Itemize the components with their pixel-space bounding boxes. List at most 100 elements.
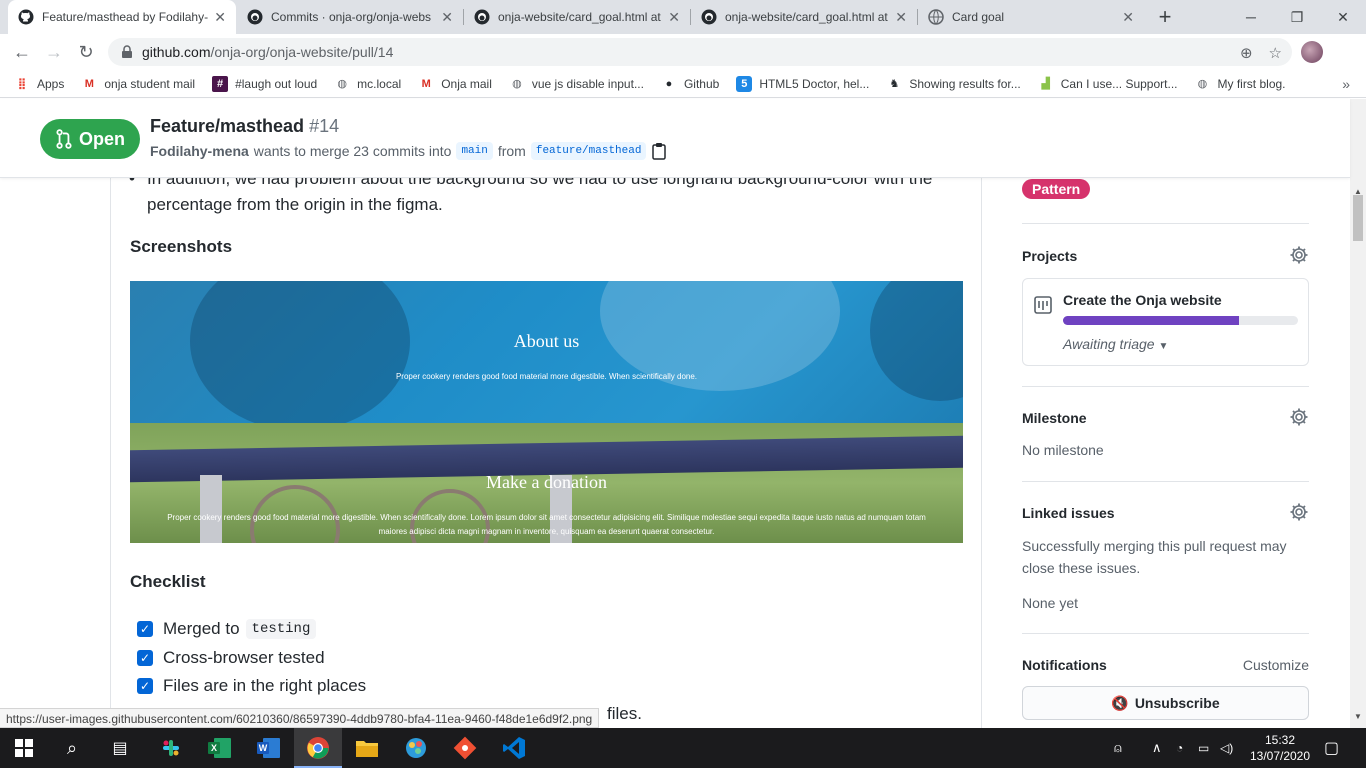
unsubscribe-button[interactable]: 🔇 Unsubscribe [1022,686,1309,720]
file-explorer-icon[interactable] [353,734,381,762]
linked-issues-value: None yet [1022,595,1079,611]
bookmark-label: Can I use... Support... [1060,76,1178,91]
taskbar-clock[interactable]: 15:32 13/07/2020 [1248,732,1312,764]
project-status: Awaiting triage [1063,336,1155,352]
bookmark-item[interactable]: # #laugh out loud [212,75,318,92]
back-button[interactable]: ← [10,40,34,64]
screenshots-heading: Screenshots [130,237,233,256]
close-tab-icon[interactable]: ✕ [895,9,907,26]
address-bar[interactable]: github.com/onja-org/onja-website/pull/14… [108,38,1292,66]
globe-icon [928,9,944,25]
project-card[interactable]: Create the Onja website Awaiting triage … [1022,278,1309,366]
windows-taskbar: ⌕ ▤ X W ⍝ ∧ ◔ ▭ ◁) 15:32 13/07/2020 ▢ [0,728,1366,768]
browser-tab[interactable]: onja-website/card_goal.html at ✕ [691,0,917,34]
notification-center-icon[interactable]: ▢ [1324,728,1339,768]
github-icon [474,9,490,25]
reload-button[interactable]: ↻ [74,40,98,64]
milestone-heading[interactable]: Milestone [1022,410,1087,426]
people-icon[interactable]: ⍝ [1114,728,1122,768]
bookmark-item[interactable]: ◍ vue js disable input... [509,76,644,92]
bookmark-item[interactable]: ♞ Showing results for... [886,76,1020,92]
pr-author[interactable]: Fodilahy-mena [150,143,249,159]
tab-title: onja-website/card_goal.html at [725,10,888,24]
gear-icon[interactable] [1289,407,1309,427]
photo-shape [190,281,410,431]
clock-time: 15:32 [1264,733,1296,747]
windows-start-icon[interactable] [10,734,38,762]
profile-avatar[interactable] [1301,41,1323,63]
label-badge[interactable]: Pattern [1022,179,1091,199]
project-status-dropdown[interactable]: Awaiting triage ▼ [1063,336,1168,352]
customize-link[interactable]: Customize [1243,657,1309,673]
bookmark-label: Apps [37,76,65,91]
badge-icon: ♞ [889,78,900,90]
task-view-icon[interactable]: ▤ [106,734,134,762]
checkbox-checked[interactable]: ✓ [137,678,153,694]
battery-icon[interactable]: ▭ [1198,728,1209,768]
close-tab-icon[interactable]: ✕ [214,9,226,26]
vscode-icon[interactable] [500,734,528,762]
clipboard-icon[interactable] [651,142,667,160]
notifications-heading: Notifications [1022,657,1107,673]
project-board-icon [1034,296,1052,314]
base-branch[interactable]: main [456,142,493,160]
gear-icon[interactable] [1289,502,1309,522]
minimize-button[interactable]: ─ [1228,0,1274,34]
new-tab-button[interactable]: + [1153,4,1177,30]
page-scrollbar[interactable]: ▲ ▼ [1350,99,1366,728]
close-tab-icon[interactable]: ✕ [1122,9,1134,26]
bookmark-item[interactable]: M Onja mail [418,76,492,92]
linked-issues-heading[interactable]: Linked issues [1022,505,1115,521]
search-icon[interactable]: ⌕ [58,734,86,762]
close-tab-icon[interactable]: ✕ [668,9,680,26]
bookmark-item[interactable]: ◍ mc.local [334,76,401,92]
projects-heading[interactable]: Projects [1022,248,1077,264]
browser-tab[interactable]: onja-website/card_goal.html at ✕ [464,0,690,34]
bookmark-item[interactable]: Monja student mail [81,76,195,92]
browser-tab[interactable]: Commits · onja-org/onja-webs ✕ [237,0,463,34]
inline-code: testing [245,619,317,639]
pr-sidebar: Pattern Projects Create the Onja website… [1022,178,1309,728]
browser-tab[interactable]: Card goal ✕ [918,0,1144,34]
git-tool-icon[interactable] [451,734,479,762]
pr-description: • In addition, we had problem about the … [110,178,982,728]
wifi-icon[interactable]: ◔ [1176,728,1183,768]
head-branch[interactable]: feature/masthead [530,142,647,160]
bookmark-item[interactable]: 5 HTML5 Doctor, hel... [736,75,869,92]
tray-overflow-icon[interactable]: ∧ [1152,728,1162,768]
html5doctor-icon: 5 [736,75,753,92]
close-window-button[interactable]: ✕ [1320,0,1366,34]
checklist-text: Cross-browser tested [163,648,325,667]
checkbox-checked[interactable]: ✓ [137,650,153,666]
bookmarks-overflow-icon[interactable]: » [1342,76,1350,92]
word-icon[interactable]: W [255,734,283,762]
excel-icon[interactable]: X [206,734,234,762]
pr-title[interactable]: Feature/masthead #14 [150,116,339,137]
bookmark-item[interactable]: ▟ Can I use... Support... [1038,76,1178,92]
gmail-icon: M [421,77,431,90]
bookmark-apps[interactable]: ⣿ Apps [14,76,65,92]
bookmark-item[interactable]: ● Github [661,76,720,92]
url-text: github.com/onja-org/onja-website/pull/14 [142,44,393,60]
scroll-down-arrow[interactable]: ▼ [1350,712,1366,721]
linked-issues-text: Successfully merging this pull request m… [1022,538,1287,576]
slack-app-icon[interactable] [157,734,185,762]
bookmark-star-icon[interactable]: ☆ [1269,44,1282,62]
checklist-text: Merged to [163,619,240,638]
scrollbar-thumb[interactable] [1353,195,1363,241]
checkbox-checked[interactable]: ✓ [137,621,153,637]
screenshot-image[interactable]: About us Proper cookery renders good foo… [130,281,963,543]
maximize-button[interactable]: ❐ [1274,0,1320,34]
browser-tab-active[interactable]: Feature/masthead by Fodilahy- ✕ [8,0,236,34]
bookmark-label: Github [683,76,720,91]
bookmark-label: #laugh out loud [235,76,318,91]
close-tab-icon[interactable]: ✕ [441,9,453,26]
gear-icon[interactable] [1289,245,1309,265]
project-name[interactable]: Create the Onja website [1063,292,1222,308]
chrome-icon[interactable] [304,734,332,762]
paint-icon[interactable] [402,734,430,762]
zoom-icon[interactable]: ⊕ [1240,44,1253,62]
bookmark-item[interactable]: ◍ My first blog. [1194,76,1286,92]
forward-button[interactable]: → [42,40,66,64]
volume-icon[interactable]: ◁) [1220,728,1233,768]
